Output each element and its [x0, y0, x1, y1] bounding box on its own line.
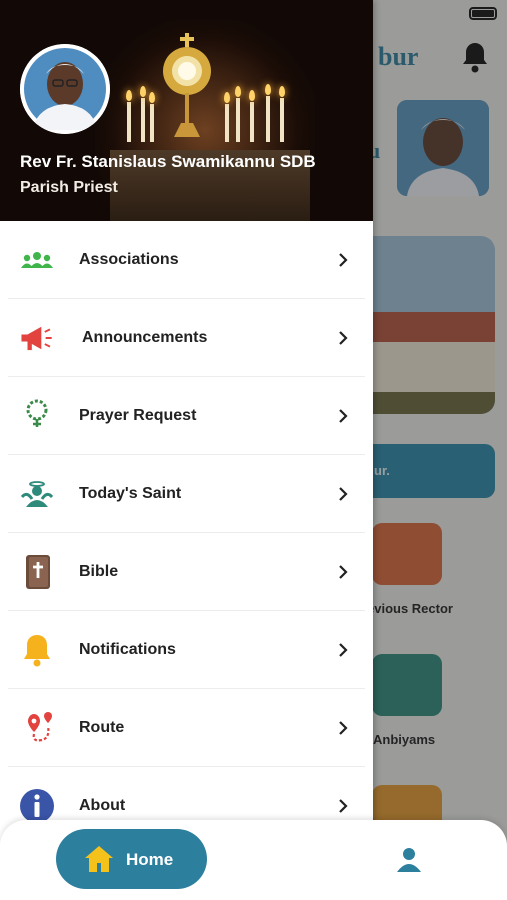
drawer-menu: Associations Announcements Prayer Reques…: [0, 221, 373, 845]
chevron-right-icon: [339, 799, 348, 813]
menu-item-associations[interactable]: Associations: [8, 221, 365, 299]
menu-label: Route: [79, 718, 125, 736]
menu-label: About: [79, 796, 126, 814]
menu-item-todays-saint[interactable]: Today's Saint: [8, 455, 365, 533]
priest-role: Parish Priest: [20, 179, 118, 196]
bottom-navigation: Home: [0, 820, 507, 900]
chevron-right-icon: [339, 643, 348, 657]
menu-label: Notifications: [79, 640, 176, 658]
menu-item-announcements[interactable]: Announcements: [8, 299, 365, 377]
drawer-header: Rev Fr. Stanislaus Swamikannu SDB Parish…: [0, 0, 373, 221]
bible-icon: [18, 553, 56, 591]
home-tab-label: Home: [126, 850, 174, 869]
chevron-right-icon: [339, 565, 348, 579]
priest-avatar: [20, 44, 110, 134]
menu-label: Bible: [79, 562, 119, 580]
menu-item-bible[interactable]: Bible: [8, 533, 365, 611]
saint-icon: [18, 475, 56, 513]
menu-item-route[interactable]: Route: [8, 689, 365, 767]
priest-name: Rev Fr. Stanislaus Swamikannu SDB: [20, 152, 316, 171]
chevron-right-icon: [339, 487, 348, 501]
menu-label: Today's Saint: [79, 484, 182, 502]
megaphone-icon: [18, 319, 56, 357]
menu-label: Announcements: [82, 328, 208, 346]
chevron-right-icon: [339, 721, 348, 735]
chevron-right-icon: [339, 331, 348, 345]
chevron-right-icon: [339, 253, 348, 267]
profile-icon[interactable]: [393, 844, 425, 876]
people-group-icon: [18, 241, 56, 279]
bell-icon: [18, 631, 56, 669]
menu-label: Prayer Request: [79, 406, 197, 424]
home-icon: [85, 846, 113, 872]
monstrance-icon: [163, 33, 211, 137]
navigation-drawer: Rev Fr. Stanislaus Swamikannu SDB Parish…: [0, 0, 373, 900]
menu-item-prayer-request[interactable]: Prayer Request: [8, 377, 365, 455]
menu-label: Associations: [79, 250, 179, 268]
rosary-icon: [18, 397, 56, 435]
route-pin-icon: [18, 709, 56, 747]
chevron-right-icon: [339, 409, 348, 423]
menu-item-notifications[interactable]: Notifications: [8, 611, 365, 689]
home-tab-button[interactable]: Home: [56, 829, 207, 889]
